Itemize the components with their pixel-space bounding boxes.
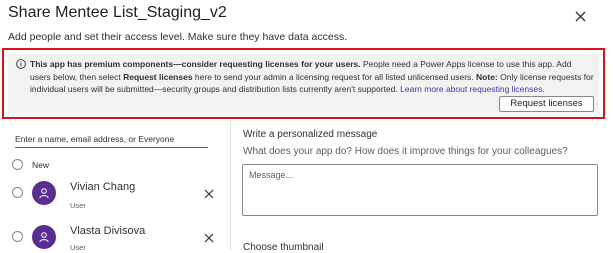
warning-message: This app has premium components—consider… xyxy=(30,58,594,96)
thumbnail-heading: Choose thumbnail xyxy=(243,242,324,253)
warning-bold-note: Note: xyxy=(476,71,498,82)
user-role: User xyxy=(70,201,86,210)
warning-bold-request: Request licenses xyxy=(123,71,193,82)
learn-more-link[interactable]: Learn more about requesting licenses. xyxy=(400,84,545,94)
user-select-radio[interactable] xyxy=(12,231,23,242)
request-licenses-button[interactable]: Request licenses xyxy=(499,96,594,112)
new-radio[interactable] xyxy=(12,159,23,170)
avatar xyxy=(32,225,56,249)
message-heading: Write a personalized message xyxy=(243,129,378,140)
close-button[interactable] xyxy=(570,6,590,26)
user-select-radio[interactable] xyxy=(12,187,23,198)
remove-icon xyxy=(204,233,214,243)
remove-user-button[interactable] xyxy=(203,232,215,244)
dialog-subtitle: Add people and set their access level. M… xyxy=(8,31,348,43)
column-divider xyxy=(230,121,231,250)
premium-license-warning: This app has premium components—consider… xyxy=(8,54,599,113)
avatar xyxy=(32,181,56,205)
new-label: New xyxy=(32,160,50,170)
remove-user-button[interactable] xyxy=(203,188,215,200)
user-role: User xyxy=(70,243,86,252)
warning-text-2: here to send your admin a licensing requ… xyxy=(192,71,477,82)
user-name: Vlasta Divisova xyxy=(70,225,146,237)
warning-bold-intro: This app has premium components—consider… xyxy=(30,59,361,69)
message-subheading: What does your app do? How does it impro… xyxy=(243,146,568,157)
user-name: Vivian Chang xyxy=(70,181,136,193)
people-search-input[interactable] xyxy=(15,130,208,148)
dialog-title: Share Mentee List_Staging_v2 xyxy=(8,4,227,21)
remove-icon xyxy=(204,189,214,199)
message-input[interactable] xyxy=(242,164,598,216)
close-icon xyxy=(575,11,585,21)
person-icon xyxy=(39,232,49,243)
info-icon xyxy=(16,59,26,69)
person-icon xyxy=(39,188,49,199)
